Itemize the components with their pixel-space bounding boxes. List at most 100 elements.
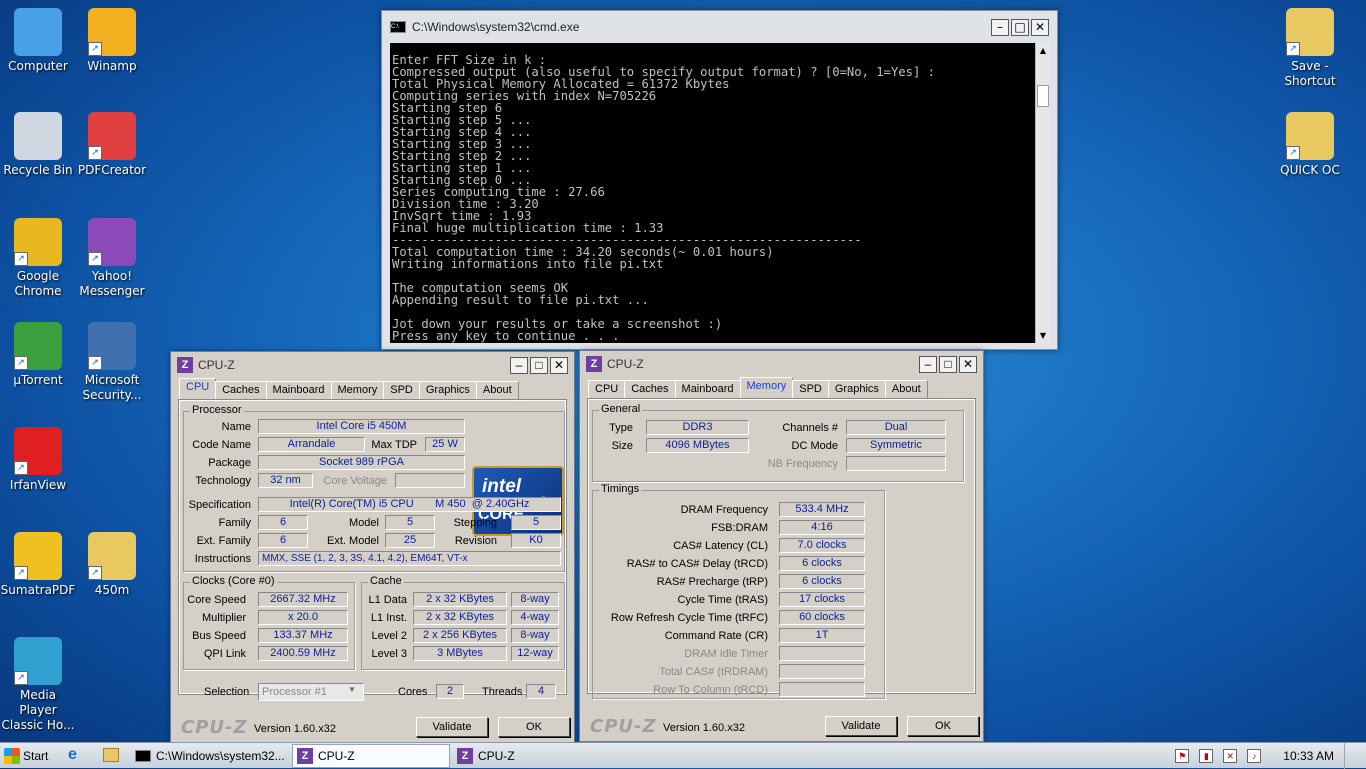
computer-icon: [14, 8, 62, 56]
vertical-scrollbar[interactable]: ▲ ▼: [1035, 43, 1050, 343]
validate-button[interactable]: Validate: [825, 716, 897, 736]
desktop-icon[interactable]: ↗ µTorrent: [0, 322, 76, 388]
tab-about[interactable]: About: [475, 381, 519, 399]
task-cmd[interactable]: C:\Windows\system32...: [130, 744, 288, 768]
tab-about[interactable]: About: [884, 380, 928, 398]
shortcut-arrow-icon: ↗: [14, 252, 28, 266]
desktop-icon[interactable]: Recycle Bin: [0, 112, 76, 178]
timing-label: Row Refresh Cycle Time (tRFC): [610, 612, 768, 624]
desktop-icon[interactable]: ↗ PDFCreator: [74, 112, 150, 178]
desktop-icon[interactable]: ↗ Microsoft Security...: [74, 322, 150, 403]
quick-oc-folder-icon: ↗: [1286, 112, 1334, 160]
validate-button[interactable]: Validate: [416, 717, 488, 737]
tab-cpu[interactable]: CPU: [179, 378, 217, 399]
tab-memory[interactable]: Memory: [330, 381, 385, 399]
console-line: Press any key to continue . . .: [392, 329, 620, 343]
tab-graphics[interactable]: Graphics: [418, 381, 477, 399]
minimize-button[interactable]: –: [919, 356, 937, 373]
timing-label: FSB:DRAM: [711, 522, 768, 534]
shortcut-arrow-icon: ↗: [1286, 42, 1300, 56]
network-icon[interactable]: ✕: [1223, 749, 1238, 763]
tab-spd[interactable]: SPD: [792, 380, 829, 398]
cpuz-icon: Z: [457, 748, 473, 764]
desktop-icon[interactable]: ↗ Media Player Classic Ho...: [0, 637, 76, 733]
show-desktop-button[interactable]: [1344, 743, 1356, 769]
timing-value: [779, 682, 865, 697]
timing-value: 4:16: [779, 520, 865, 535]
task-cpuz-2[interactable]: Z CPU-Z: [452, 744, 610, 768]
close-button[interactable]: ✕: [1031, 19, 1049, 36]
desktop-icon[interactable]: ↗ 450m: [74, 532, 150, 598]
desktop-icon-label: Recycle Bin: [3, 163, 73, 177]
maximize-button[interactable]: □: [939, 356, 957, 373]
close-button[interactable]: ✕: [959, 356, 977, 373]
cpuz-cpu-window[interactable]: Z CPU-Z – □ ✕ CPU Caches Mainboard Memory SP…: [170, 351, 575, 743]
multiplier-label: Multiplier: [201, 612, 246, 624]
taskbar: Start e C:\Windows\system32... Z CPU-Z Z…: [0, 742, 1366, 769]
power-icon[interactable]: ▮: [1199, 749, 1214, 763]
ok-button[interactable]: OK: [907, 716, 979, 736]
start-button[interactable]: Start: [2, 745, 54, 767]
minimize-button[interactable]: –: [991, 19, 1009, 36]
console-line: Appending result to file pi.txt ...: [392, 293, 649, 307]
start-label: Start: [23, 749, 49, 763]
explorer-folder-icon[interactable]: [103, 748, 119, 762]
dcmode-value: Symmetric: [846, 438, 946, 453]
desktop-icon[interactable]: ↗ Save - Shortcut: [1272, 8, 1348, 89]
cmd-icon: C:\: [390, 21, 406, 33]
minimize-button[interactable]: –: [510, 357, 528, 374]
ok-button[interactable]: OK: [498, 717, 570, 737]
clock[interactable]: 10:33 AM: [1283, 749, 1334, 763]
threads-value: 4: [526, 684, 556, 699]
scroll-up-arrow-icon[interactable]: ▲: [1036, 43, 1050, 58]
tab-memory[interactable]: Memory: [739, 377, 794, 398]
tab-mainboard[interactable]: Mainboard: [265, 381, 332, 399]
tab-mainboard[interactable]: Mainboard: [674, 380, 741, 398]
stepping-value: 5: [511, 515, 561, 530]
close-button[interactable]: ✕: [550, 357, 568, 374]
sumatrapdf-icon: ↗: [14, 532, 62, 580]
task-label: CPU-Z: [478, 749, 515, 763]
shortcut-arrow-icon: ↗: [1286, 146, 1300, 160]
console-output[interactable]: Enter FFT Size in k : Compressed output (…: [390, 43, 1035, 343]
tab-caches[interactable]: Caches: [215, 381, 267, 399]
maximize-button[interactable]: □: [1011, 19, 1029, 36]
selection-row: [183, 678, 565, 679]
tab-cpu[interactable]: CPU: [588, 380, 626, 398]
tab-graphics[interactable]: Graphics: [827, 380, 886, 398]
tab-spd[interactable]: SPD: [383, 381, 420, 399]
desktop-icon-label: PDFCreator: [77, 163, 147, 177]
task-cpuz-1[interactable]: Z CPU-Z: [292, 744, 450, 768]
maximize-button[interactable]: □: [530, 357, 548, 374]
desktop-icon[interactable]: ↗ Winamp: [74, 8, 150, 74]
desktop-icon[interactable]: ↗ IrfanView: [0, 427, 76, 493]
folder-450m-icon: ↗: [88, 532, 136, 580]
winamp-icon: ↗: [88, 8, 136, 56]
shortcut-arrow-icon: ↗: [14, 461, 28, 475]
desktop-icon[interactable]: ↗ QUICK OC: [1272, 112, 1348, 178]
desktop-icon[interactable]: ↗ Yahoo! Messenger: [74, 218, 150, 299]
cpuz-memory-window[interactable]: Z CPU-Z – □ ✕ CPU Caches Mainboard Memory SP…: [579, 350, 984, 742]
desktop-icon[interactable]: ↗ SumatraPDF: [0, 532, 76, 598]
action-center-icon[interactable]: ⚑: [1175, 749, 1190, 763]
model-value: 5: [385, 515, 435, 530]
size-value: 4096 MBytes: [646, 438, 749, 453]
desktop-icon-label: QUICK OC: [1280, 163, 1340, 177]
desktop-icon[interactable]: ↗ Google Chrome: [0, 218, 76, 299]
internet-explorer-icon[interactable]: e: [68, 746, 86, 766]
name-value: Intel Core i5 450M: [258, 419, 465, 434]
corespeed-value: 2667.32 MHz: [258, 592, 348, 607]
cmd-window[interactable]: C:\ C:\Windows\system32\cmd.exe – □ ✕ En…: [381, 10, 1058, 350]
scroll-down-arrow-icon[interactable]: ▼: [1036, 328, 1050, 343]
extfamily-label: Ext. Family: [196, 535, 251, 547]
scroll-thumb[interactable]: [1037, 85, 1049, 107]
timing-value: [779, 646, 865, 661]
cmd-titlebar[interactable]: C:\ C:\Windows\system32\cmd.exe: [382, 11, 1057, 43]
dropdown-arrow-icon[interactable]: ▼: [348, 685, 356, 694]
corevoltage-value: [395, 473, 465, 488]
desktop-icon[interactable]: Computer: [0, 8, 76, 74]
l3-value: 3 MBytes: [413, 646, 507, 661]
tab-caches[interactable]: Caches: [624, 380, 676, 398]
volume-icon[interactable]: ♪: [1247, 749, 1262, 763]
busspeed-value: 133.37 MHz: [258, 628, 348, 643]
